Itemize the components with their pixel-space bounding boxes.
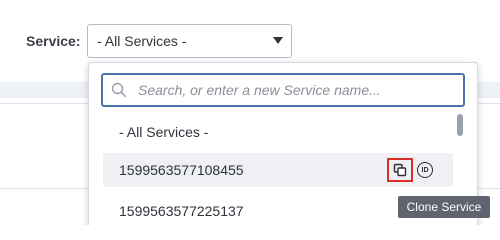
service-select[interactable]: - All Services - [87,24,292,58]
id-icon[interactable]: ID [417,162,433,178]
clone-icon [393,163,407,177]
divider [0,103,88,104]
clone-service-tooltip: Clone Service [398,196,490,218]
service-select-value: - All Services - [97,33,187,49]
divider [478,103,500,104]
page: Service: - All Services - - All Services… [0,0,500,225]
divider [478,188,500,189]
tooltip-text: Clone Service [406,200,482,214]
service-search-input[interactable] [135,77,458,103]
chevron-down-icon [273,37,283,44]
id-icon-text: ID [421,166,429,174]
option-all-services[interactable]: - All Services - [103,115,453,149]
clone-service-button[interactable] [387,158,413,182]
dropdown-scrollbar[interactable] [457,114,463,136]
service-search-field[interactable] [101,73,465,107]
option-label: 1599563577108455 [119,162,244,178]
option-label: 1599563577225137 [119,203,244,219]
search-icon [111,82,127,98]
divider [0,188,88,189]
option-label: - All Services - [119,124,209,140]
service-filter-label: Service: [26,33,81,49]
